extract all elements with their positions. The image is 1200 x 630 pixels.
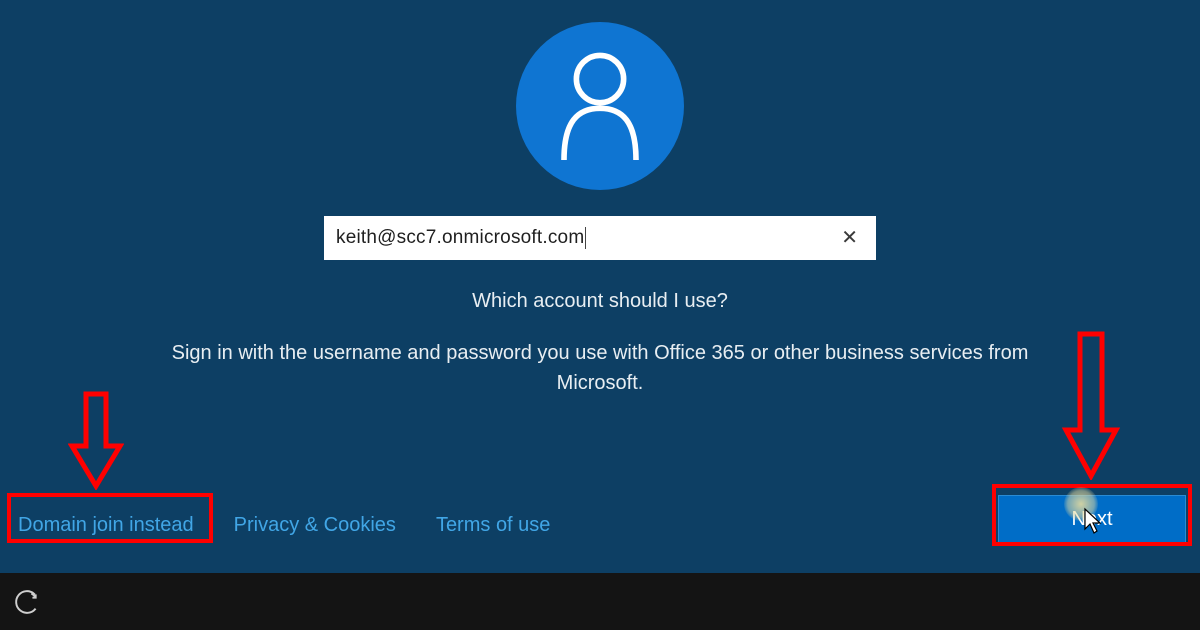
which-account-prompt: Which account should I use? [0, 290, 1200, 313]
instruction-text: Sign in with the username and password y… [160, 338, 1040, 398]
annotation-box-domain-join [7, 493, 213, 543]
user-icon [554, 52, 646, 160]
email-input[interactable]: keith@scc7.onmicrosoft.com [336, 227, 586, 249]
oobe-signin-panel: keith@scc7.onmicrosoft.com ✕ Which accou… [0, 0, 1200, 573]
clear-input-icon[interactable]: ✕ [835, 224, 864, 252]
annotation-arrow-left-icon [68, 390, 124, 490]
privacy-cookies-link[interactable]: Privacy & Cookies [234, 514, 396, 537]
annotation-arrow-right-icon [1060, 330, 1120, 480]
mouse-cursor-icon [1082, 507, 1104, 535]
terms-of-use-link[interactable]: Terms of use [436, 514, 550, 537]
ease-of-access-icon[interactable] [14, 589, 40, 615]
email-input-container[interactable]: keith@scc7.onmicrosoft.com ✕ [324, 216, 876, 260]
avatar-circle [516, 22, 684, 190]
taskbar [0, 573, 1200, 630]
